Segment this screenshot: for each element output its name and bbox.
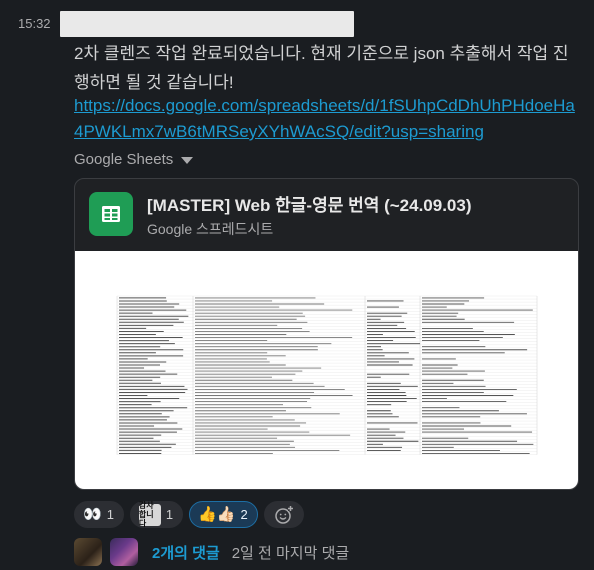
add-emoji-icon — [275, 505, 293, 524]
redacted-author-name — [60, 11, 354, 37]
reaction-count: 1 — [106, 507, 114, 522]
thread-summary[interactable]: 2개의 댓글 2일 전 마지막 댓글 — [74, 538, 349, 566]
add-reaction-button[interactable] — [263, 501, 304, 528]
reaction-thumbs-up[interactable]: 👍👍🏻 2 — [189, 501, 258, 528]
avatar[interactable] — [110, 538, 138, 566]
card-subtitle: Google 스프레드시트 — [147, 221, 274, 237]
reaction-count: 2 — [240, 507, 248, 522]
thanks-emoji-label: 감사 합니다 — [138, 501, 154, 528]
card-title[interactable]: [MASTER] Web 한글-영문 번역 (~24.09.03) — [147, 191, 472, 216]
card-header: [MASTER] Web 한글-영문 번역 (~24.09.03) Google… — [75, 179, 578, 251]
spreadsheet-preview-image[interactable] — [75, 251, 578, 489]
eyes-emoji: 👀 — [83, 505, 102, 523]
thanks-custom-emoji: 감사 합니다 — [138, 501, 161, 528]
last-reply-time: 2일 전 마지막 댓글 — [231, 544, 350, 562]
link-source-toggle[interactable]: Google Sheets — [74, 151, 194, 168]
reactions-bar: 👀 1 감사 합니다 1 👍👍🏻 2 — [74, 501, 304, 528]
google-sheets-icon — [89, 192, 133, 236]
spreadsheet-link[interactable]: https://docs.google.com/spreadsheets/d/1… — [74, 93, 584, 145]
link-preview-card[interactable]: [MASTER] Web 한글-영문 번역 (~24.09.03) Google… — [74, 178, 579, 490]
message-text: 2차 클렌즈 작업 완료되었습니다. 현재 기준으로 json 추출해서 작업 … — [74, 44, 569, 92]
message-timestamp[interactable]: 15:32 — [18, 16, 51, 31]
reaction-eyes[interactable]: 👀 1 — [74, 501, 124, 528]
spreadsheet-thumbnail — [116, 295, 538, 455]
link-source-label: Google Sheets — [74, 151, 174, 168]
caret-down-icon — [181, 157, 194, 164]
reply-count-link[interactable]: 2개의 댓글 — [152, 542, 220, 563]
avatar[interactable] — [74, 538, 102, 566]
thumbs-up-emoji: 👍👍🏻 — [198, 505, 236, 523]
message: 15:32 2차 클렌즈 작업 완료되었습니다. 현재 기준으로 json 추출… — [0, 0, 594, 570]
reaction-count: 1 — [165, 507, 174, 522]
reaction-thanks[interactable]: 감사 합니다 1 — [129, 501, 184, 528]
